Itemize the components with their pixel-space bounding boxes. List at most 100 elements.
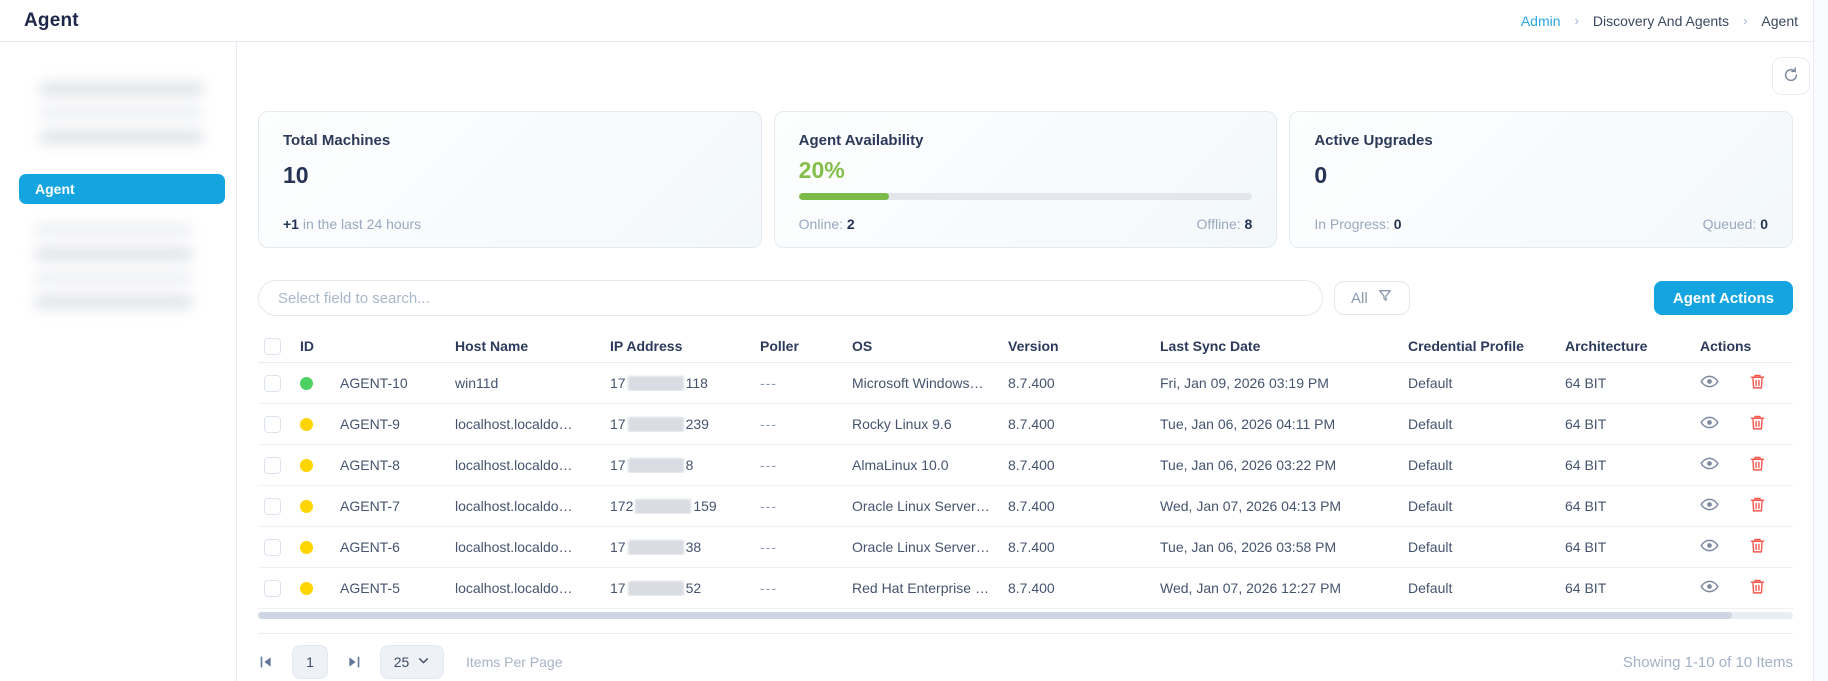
ip-redaction — [627, 417, 684, 433]
delete-button[interactable] — [1749, 496, 1766, 516]
row-checkbox[interactable] — [264, 415, 281, 433]
poller: --- — [760, 416, 777, 432]
row-checkbox[interactable] — [264, 456, 281, 474]
table-row[interactable]: AGENT-9 localhost.localdo… 17 239 --- Roc… — [258, 404, 1793, 445]
column-header-credential-profile[interactable]: Credential Profile — [1408, 338, 1565, 354]
filter-button[interactable]: All — [1334, 281, 1410, 315]
status-dot — [300, 417, 313, 431]
last-page-button[interactable] — [346, 654, 362, 670]
row-checkbox[interactable] — [264, 497, 281, 515]
online-value: 2 — [846, 216, 855, 232]
row-checkbox[interactable] — [264, 538, 281, 556]
page-body: Agent Total Machines 10 +1 in the last 2… — [0, 0, 1828, 681]
refresh-button[interactable] — [1772, 57, 1810, 95]
trash-icon — [1749, 373, 1766, 393]
queued-label: Queued: — [1702, 216, 1761, 232]
horizontal-scrollbar[interactable] — [258, 612, 1793, 619]
pagination-summary: Showing 1-10 of 10 Items — [1622, 653, 1793, 671]
table-body: AGENT-10 win11d 17 118 --- Microsoft Wind… — [258, 363, 1793, 609]
os: Red Hat Enterprise … — [852, 580, 989, 596]
architecture: 64 BIT — [1565, 416, 1607, 432]
window-scroll-gutter[interactable] — [1813, 0, 1828, 681]
filter-label: All — [1351, 289, 1368, 307]
filter-funnel-icon — [1377, 288, 1393, 308]
active-upgrades-footer: In Progress: 0 Queued: 0 — [1314, 216, 1768, 232]
view-button[interactable] — [1700, 413, 1719, 435]
eye-icon — [1700, 413, 1719, 435]
eye-icon — [1700, 495, 1719, 517]
breadcrumb-item-admin[interactable]: Admin — [1521, 13, 1561, 29]
column-header-architecture[interactable]: Architecture — [1565, 338, 1700, 354]
poller: --- — [760, 375, 777, 391]
table-row[interactable]: AGENT-10 win11d 17 118 --- Microsoft Wind… — [258, 363, 1793, 404]
view-button[interactable] — [1700, 454, 1719, 476]
ip-address: 17 8 — [610, 456, 694, 474]
availability-progress-fill — [798, 193, 890, 200]
status-dot — [300, 581, 313, 595]
architecture: 64 BIT — [1565, 498, 1607, 514]
version: 8.7.400 — [1008, 375, 1055, 391]
view-button[interactable] — [1700, 577, 1719, 599]
main-content: Total Machines 10 +1 in the last 24 hour… — [237, 42, 1828, 681]
delete-button[interactable] — [1749, 578, 1766, 598]
horizontal-scrollbar-thumb[interactable] — [258, 612, 1732, 619]
card-active-upgrades: Active Upgrades 0 In Progress: 0 Queued:… — [1289, 111, 1794, 248]
eye-icon — [1700, 536, 1719, 558]
column-header-version[interactable]: Version — [1008, 338, 1160, 354]
delta-value: +1 — [283, 216, 299, 232]
breadcrumb-separator: › — [1743, 13, 1748, 28]
row-checkbox[interactable] — [264, 579, 281, 597]
view-button[interactable] — [1700, 372, 1719, 394]
column-header-last-sync-date[interactable]: Last Sync Date — [1160, 338, 1408, 354]
ip-redaction — [627, 581, 684, 597]
column-header-id[interactable]: ID — [300, 338, 455, 354]
last-sync-date: Tue, Jan 06, 2026 04:11 PM — [1160, 416, 1336, 432]
breadcrumb-item-agent[interactable]: Agent — [1761, 13, 1798, 29]
trash-icon — [1749, 496, 1766, 516]
table-row[interactable]: AGENT-6 localhost.localdo… 17 38 --- Orac… — [258, 527, 1793, 568]
column-header-poller[interactable]: Poller — [760, 338, 852, 354]
sidebar-redacted-group-bottom — [20, 213, 207, 333]
ip-address: 17 52 — [610, 579, 702, 597]
last-sync-date: Tue, Jan 06, 2026 03:58 PM — [1160, 539, 1337, 555]
view-button[interactable] — [1700, 536, 1719, 558]
version: 8.7.400 — [1008, 457, 1055, 473]
table-header-row: ID Host Name IP Address Poller OS Version Last… — [258, 330, 1793, 363]
version: 8.7.400 — [1008, 539, 1055, 555]
column-header-ip-address[interactable]: IP Address — [610, 338, 760, 354]
column-header-os[interactable]: OS — [852, 338, 1008, 354]
delete-button[interactable] — [1749, 455, 1766, 475]
agent-id: AGENT-5 — [340, 580, 400, 596]
column-header-actions[interactable]: Actions — [1700, 338, 1793, 354]
agent-id: AGENT-10 — [340, 375, 408, 391]
delete-button[interactable] — [1749, 414, 1766, 434]
delete-button[interactable] — [1749, 537, 1766, 557]
agent-id: AGENT-8 — [340, 457, 400, 473]
breadcrumb-item-discovery-and-agents[interactable]: Discovery And Agents — [1593, 13, 1729, 29]
items-per-page-select[interactable]: 25 — [380, 645, 444, 679]
card-title: Active Upgrades — [1314, 132, 1433, 149]
delete-button[interactable] — [1749, 373, 1766, 393]
select-all-checkbox[interactable] — [264, 337, 281, 355]
row-checkbox[interactable] — [264, 374, 281, 392]
total-machines-footer: +1 in the last 24 hours — [283, 216, 737, 232]
last-sync-date: Fri, Jan 09, 2026 03:19 PM — [1160, 375, 1329, 391]
table-row[interactable]: AGENT-5 localhost.localdo… 17 52 --- Red … — [258, 568, 1793, 609]
sidebar-item-agent[interactable]: Agent — [19, 174, 225, 204]
top-bar: Agent Admin › Discovery And Agents › Agent — [0, 0, 1828, 42]
architecture: 64 BIT — [1565, 375, 1607, 391]
agent-actions-button[interactable]: Agent Actions — [1653, 281, 1793, 315]
host-name: localhost.localdo… — [455, 416, 573, 432]
items-per-page-label: Items Per Page — [466, 654, 563, 670]
column-header-host-name[interactable]: Host Name — [455, 338, 610, 354]
online-label: Online: — [798, 216, 847, 232]
credential-profile: Default — [1408, 416, 1453, 432]
view-button[interactable] — [1700, 495, 1719, 517]
table-row[interactable]: AGENT-8 localhost.localdo… 17 8 --- AlmaL… — [258, 445, 1793, 486]
current-page-button[interactable]: 1 — [292, 645, 328, 679]
search-input[interactable] — [258, 280, 1323, 316]
breadcrumb: Admin › Discovery And Agents › Agent — [1521, 13, 1798, 29]
table-row[interactable]: AGENT-7 localhost.localdo… 172 159 --- Or… — [258, 486, 1793, 527]
ip-redaction — [627, 458, 684, 474]
first-page-button[interactable] — [258, 654, 274, 670]
